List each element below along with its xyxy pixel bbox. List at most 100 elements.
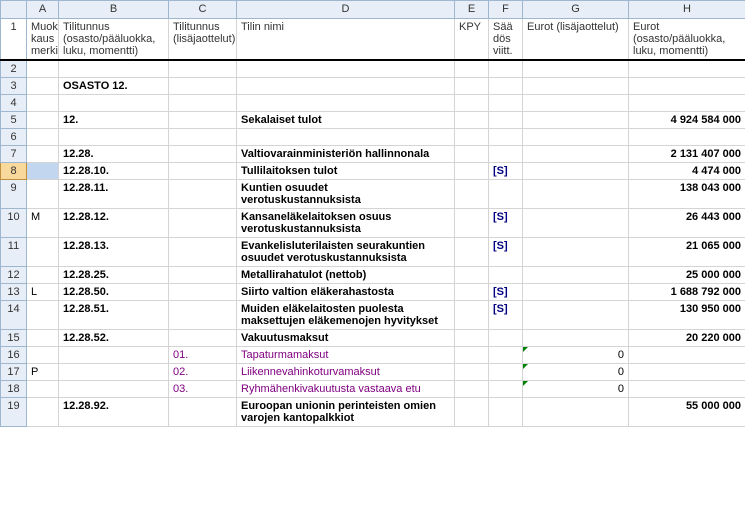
cell-B13[interactable]: 12.28.50.	[59, 284, 169, 301]
cell-D4[interactable]	[237, 95, 455, 112]
cell-F14[interactable]: [S]	[489, 301, 523, 330]
cell-H15[interactable]: 20 220 000	[629, 330, 745, 347]
cell-D16[interactable]: Tapaturmamaksut	[237, 347, 455, 364]
col-header-F[interactable]: F	[489, 1, 523, 19]
cell-E15[interactable]	[455, 330, 489, 347]
cell-E3[interactable]	[455, 78, 489, 95]
row-header-2[interactable]: 2	[1, 60, 27, 78]
cell-B15[interactable]: 12.28.52.	[59, 330, 169, 347]
row-header-5[interactable]: 5	[1, 112, 27, 129]
cell-F13[interactable]: [S]	[489, 284, 523, 301]
cell-H17[interactable]	[629, 364, 745, 381]
cell-D17[interactable]: Liikennevahinkoturvamaksut	[237, 364, 455, 381]
cell-F2[interactable]	[489, 60, 523, 78]
row-header-10[interactable]: 10	[1, 209, 27, 238]
cell-G8[interactable]	[523, 163, 629, 180]
cell-A18[interactable]	[27, 381, 59, 398]
cell-C10[interactable]	[169, 209, 237, 238]
cell-G14[interactable]	[523, 301, 629, 330]
cell-A14[interactable]	[27, 301, 59, 330]
cell-G15[interactable]	[523, 330, 629, 347]
cell-G16[interactable]: 0	[523, 347, 629, 364]
cell-A11[interactable]	[27, 238, 59, 267]
cell-E11[interactable]	[455, 238, 489, 267]
cell-E8[interactable]	[455, 163, 489, 180]
cell-G17[interactable]: 0	[523, 364, 629, 381]
row-header-17[interactable]: 17	[1, 364, 27, 381]
col-header-D[interactable]: D	[237, 1, 455, 19]
cell-D2[interactable]	[237, 60, 455, 78]
cell-D14[interactable]: Muiden eläkelaitosten puolesta maksettuj…	[237, 301, 455, 330]
cell-H12[interactable]: 25 000 000	[629, 267, 745, 284]
row-header-4[interactable]: 4	[1, 95, 27, 112]
cell-B7[interactable]: 12.28.	[59, 146, 169, 163]
cell-D6[interactable]	[237, 129, 455, 146]
cell-B3[interactable]: OSASTO 12.	[59, 78, 169, 95]
cell-C18[interactable]: 03.	[169, 381, 237, 398]
cell-H7[interactable]: 2 131 407 000	[629, 146, 745, 163]
cell-F18[interactable]	[489, 381, 523, 398]
cell-E5[interactable]	[455, 112, 489, 129]
cell-G12[interactable]	[523, 267, 629, 284]
cell-E14[interactable]	[455, 301, 489, 330]
cell-B5[interactable]: 12.	[59, 112, 169, 129]
col-header-B[interactable]: B	[59, 1, 169, 19]
cell-B9[interactable]: 12.28.11.	[59, 180, 169, 209]
cell-A8[interactable]	[27, 163, 59, 180]
col-header-E[interactable]: E	[455, 1, 489, 19]
cell-G19[interactable]	[523, 398, 629, 427]
cell-E6[interactable]	[455, 129, 489, 146]
col-header-G[interactable]: G	[523, 1, 629, 19]
col-header-C[interactable]: C	[169, 1, 237, 19]
cell-E10[interactable]	[455, 209, 489, 238]
cell-E12[interactable]	[455, 267, 489, 284]
cell-D10[interactable]: Kansaneläkelaitoksen osuus verotuskustan…	[237, 209, 455, 238]
row-header-15[interactable]: 15	[1, 330, 27, 347]
cell-C13[interactable]	[169, 284, 237, 301]
row-header-9[interactable]: 9	[1, 180, 27, 209]
row-header-3[interactable]: 3	[1, 78, 27, 95]
cell-F3[interactable]	[489, 78, 523, 95]
cell-E4[interactable]	[455, 95, 489, 112]
cell-G2[interactable]	[523, 60, 629, 78]
cell-B14[interactable]: 12.28.51.	[59, 301, 169, 330]
row-header-13[interactable]: 13	[1, 284, 27, 301]
cell-D3[interactable]	[237, 78, 455, 95]
cell-C3[interactable]	[169, 78, 237, 95]
cell-G11[interactable]	[523, 238, 629, 267]
cell-H3[interactable]	[629, 78, 745, 95]
cell-B16[interactable]	[59, 347, 169, 364]
cell-C12[interactable]	[169, 267, 237, 284]
cell-D15[interactable]: Vakuutusmaksut	[237, 330, 455, 347]
cell-C17[interactable]: 02.	[169, 364, 237, 381]
cell-F4[interactable]	[489, 95, 523, 112]
cell-C2[interactable]	[169, 60, 237, 78]
cell-C14[interactable]	[169, 301, 237, 330]
cell-E17[interactable]	[455, 364, 489, 381]
cell-A15[interactable]	[27, 330, 59, 347]
cell-G9[interactable]	[523, 180, 629, 209]
cell-H11[interactable]: 21 065 000	[629, 238, 745, 267]
cell-D5[interactable]: Sekalaiset tulot	[237, 112, 455, 129]
col-header-A[interactable]: A	[27, 1, 59, 19]
cell-H19[interactable]: 55 000 000	[629, 398, 745, 427]
cell-B12[interactable]: 12.28.25.	[59, 267, 169, 284]
cell-D9[interactable]: Kuntien osuudet verotuskustannuksista	[237, 180, 455, 209]
cell-A5[interactable]	[27, 112, 59, 129]
cell-H5[interactable]: 4 924 584 000	[629, 112, 745, 129]
cell-A13[interactable]: L	[27, 284, 59, 301]
cell-F6[interactable]	[489, 129, 523, 146]
cell-D19[interactable]: Euroopan unionin perinteisten omien varo…	[237, 398, 455, 427]
cell-A17[interactable]: P	[27, 364, 59, 381]
cell-H10[interactable]: 26 443 000	[629, 209, 745, 238]
cell-G7[interactable]	[523, 146, 629, 163]
cell-E13[interactable]	[455, 284, 489, 301]
row-header-18[interactable]: 18	[1, 381, 27, 398]
cell-H9[interactable]: 138 043 000	[629, 180, 745, 209]
row-header-14[interactable]: 14	[1, 301, 27, 330]
cell-H13[interactable]: 1 688 792 000	[629, 284, 745, 301]
cell-H8[interactable]: 4 474 000	[629, 163, 745, 180]
cell-A3[interactable]	[27, 78, 59, 95]
cell-A7[interactable]	[27, 146, 59, 163]
cell-F15[interactable]	[489, 330, 523, 347]
